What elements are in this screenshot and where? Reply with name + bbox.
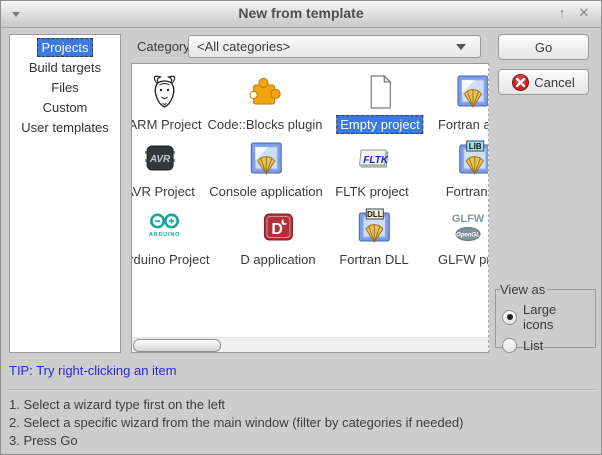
chevron-down-icon — [456, 44, 466, 50]
template-empty-project[interactable]: Empty project — [336, 72, 423, 134]
cancel-button[interactable]: Cancel — [498, 69, 589, 95]
view-as-legend: View as — [500, 282, 547, 297]
instruction-line: 3. Press Go — [9, 432, 463, 450]
shade-window-icon[interactable]: ↑ — [553, 4, 571, 22]
view-as-group: View as Large icons List — [495, 282, 596, 348]
wizard-type-files[interactable]: Files — [10, 77, 120, 97]
avr-chip-icon: AVR — [140, 139, 180, 179]
window-title: New from template — [1, 5, 601, 21]
svg-text:OpenGL: OpenGL — [456, 233, 480, 239]
template-glfw-project[interactable]: GLFW OpenGL GLFW pro — [434, 207, 489, 269]
template-d-application[interactable]: D D application — [236, 207, 319, 269]
new-from-template-dialog: New from template ↑ ✕ Projects Build tar… — [0, 0, 602, 455]
wizard-type-projects[interactable]: Projects — [10, 37, 120, 57]
horizontal-scrollbar-thumb[interactable] — [133, 339, 221, 352]
svg-text:ARDUINO: ARDUINO — [149, 232, 180, 238]
svg-text:AVR: AVR — [149, 154, 171, 165]
go-button[interactable]: Go — [498, 34, 589, 60]
fortran-app-icon — [453, 72, 489, 112]
fortran-dll-icon: DLL — [354, 207, 394, 247]
svg-text:FLTK: FLTK — [363, 155, 389, 166]
category-label: Category: — [137, 39, 193, 54]
arduino-icon: ARDUINO — [145, 207, 185, 247]
glfw-icon: GLFW OpenGL — [448, 207, 488, 247]
svg-text:GLFW: GLFW — [452, 213, 485, 225]
radio-large-icons[interactable]: Large icons — [502, 302, 589, 332]
svg-text:DLL: DLL — [367, 210, 383, 219]
template-arduino-project[interactable]: ARDUINO Arduino Project — [131, 207, 213, 269]
d-language-icon: D — [258, 207, 298, 247]
template-arm-project[interactable]: ARM Project — [131, 72, 205, 134]
category-value: <All categories> — [197, 39, 456, 54]
wizard-type-custom[interactable]: Custom — [10, 97, 120, 117]
template-list-panel[interactable]: ARM Project Code::Blocks plugin — [131, 63, 489, 353]
instruction-line: 1. Select a wizard type first on the lef… — [9, 396, 463, 414]
puzzle-icon — [245, 72, 285, 112]
svg-text:D: D — [271, 221, 283, 238]
radio-list[interactable]: List — [502, 338, 589, 353]
fortran-lib-icon: LIB — [455, 139, 489, 179]
tip-text: TIP: Try right-clicking an item — [9, 363, 177, 378]
wizard-type-build-targets[interactable]: Build targets — [10, 57, 120, 77]
cancel-icon — [512, 74, 529, 91]
template-console-application[interactable]: Console application — [205, 139, 326, 201]
template-fortran-library[interactable]: LIB Fortran lib — [442, 139, 489, 201]
titlebar: New from template ↑ ✕ — [1, 1, 601, 28]
wizard-type-list[interactable]: Projects Build targets Files Custom User… — [9, 34, 121, 353]
close-window-icon[interactable]: ✕ — [575, 4, 593, 22]
gnu-head-icon — [145, 72, 185, 112]
template-fortran-application[interactable]: Fortran appl — [434, 72, 489, 134]
radio-button-icon[interactable] — [502, 338, 517, 353]
fltk-icon: FLTK — [352, 139, 392, 179]
wizard-type-user-templates[interactable]: User templates — [10, 117, 120, 137]
horizontal-scrollbar[interactable] — [132, 337, 488, 352]
template-fltk-project[interactable]: FLTK FLTK project — [331, 139, 412, 201]
radio-button-icon[interactable] — [502, 310, 517, 325]
instructions: 1. Select a wizard type first on the lef… — [9, 396, 463, 450]
template-codeblocks-plugin[interactable]: Code::Blocks plugin — [204, 72, 327, 134]
template-fortran-dll[interactable]: DLL Fortran DLL — [335, 207, 412, 269]
blank-page-icon — [360, 72, 400, 112]
separator-line — [9, 389, 595, 391]
category-dropdown[interactable]: <All categories> — [188, 35, 481, 58]
console-app-icon — [246, 139, 286, 179]
instruction-line: 2. Select a specific wizard from the mai… — [9, 414, 463, 432]
svg-text:LIB: LIB — [469, 142, 482, 151]
template-avr-project[interactable]: AVR AVR Project — [131, 139, 199, 201]
